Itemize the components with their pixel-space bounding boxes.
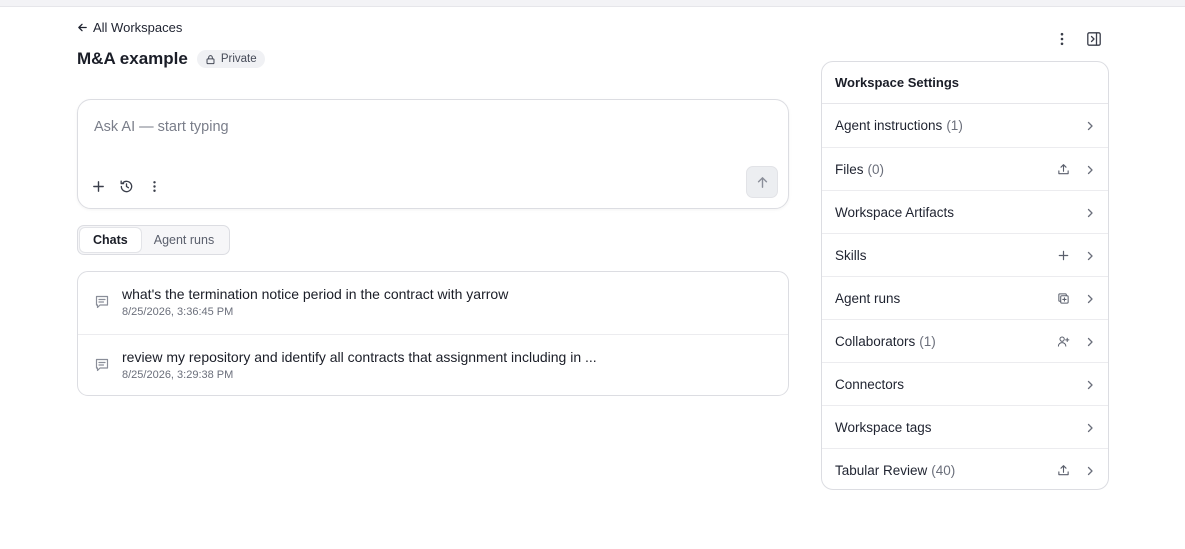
list-item[interactable]: review my repository and identify all co… [78, 334, 788, 395]
tab-agent-runs[interactable]: Agent runs [141, 228, 227, 252]
prompt-toolbar [89, 177, 163, 195]
list-item[interactable]: what's the termination notice period in … [78, 272, 788, 334]
lock-icon [206, 54, 215, 64]
settings-item-connectors[interactable]: Connectors [822, 362, 1108, 405]
add-attachment-button[interactable] [89, 177, 107, 195]
chevron-right-icon [1084, 292, 1096, 305]
chat-title: review my repository and identify all co… [122, 349, 597, 365]
arrow-up-icon [757, 176, 767, 188]
tab-chats[interactable]: Chats [80, 228, 141, 252]
sidebar-collapse-icon [1087, 32, 1101, 46]
chat-timestamp: 8/25/2026, 3:36:45 PM [122, 306, 234, 318]
settings-item-collaborators[interactable]: Collaborators (1) [822, 319, 1108, 362]
back-link-label: All Workspaces [93, 20, 183, 35]
back-to-workspaces-link[interactable]: All Workspaces [77, 20, 182, 35]
history-icon [120, 180, 132, 192]
settings-item-label: Connectors [835, 376, 905, 392]
more-vertical-icon [152, 180, 156, 192]
upload-icon[interactable] [1056, 463, 1071, 478]
page-title: M&A example [77, 49, 188, 68]
chevron-right-icon [1084, 206, 1096, 219]
privacy-badge-label: Private [220, 53, 257, 65]
settings-item-label: Files [835, 161, 864, 177]
add-user-icon[interactable] [1056, 334, 1071, 349]
settings-item-label: Tabular Review [835, 462, 928, 478]
settings-item-agent-instructions[interactable]: Agent instructions (1) [822, 104, 1108, 147]
top-bar [0, 0, 1185, 7]
workspace-actions [1053, 30, 1103, 48]
settings-item-tabular-review[interactable]: Tabular Review (40) [822, 448, 1108, 489]
add-copy-icon[interactable] [1056, 291, 1071, 306]
more-options-button[interactable] [145, 177, 163, 195]
settings-item-skills[interactable]: Skills [822, 233, 1108, 276]
settings-item-workspace-tags[interactable]: Workspace tags [822, 405, 1108, 448]
settings-item-workspace-artifacts[interactable]: Workspace Artifacts [822, 190, 1108, 233]
privacy-badge: Private [196, 50, 265, 68]
chat-list: what's the termination notice period in … [77, 271, 789, 396]
chat-timestamp: 8/25/2026, 3:29:38 PM [122, 369, 234, 381]
settings-item-label: Agent instructions [835, 118, 943, 133]
settings-item-label: Workspace Artifacts [835, 204, 955, 220]
workspace-menu-button[interactable] [1053, 30, 1071, 48]
settings-item-count: (0) [867, 161, 885, 177]
history-button[interactable] [117, 177, 135, 195]
plus-icon [92, 180, 104, 192]
ask-ai-box [77, 99, 789, 209]
arrow-left-icon [78, 23, 87, 32]
chevron-right-icon [1084, 421, 1096, 434]
chevron-right-icon [1084, 163, 1096, 176]
more-vertical-icon [1060, 32, 1064, 46]
chevron-right-icon [1084, 249, 1096, 262]
settings-item-count: (1) [919, 333, 936, 349]
chat-title: what's the termination notice period in … [122, 286, 509, 302]
workspace-header: M&A example Private [77, 49, 265, 69]
chevron-right-icon [1084, 464, 1096, 477]
ask-ai-input[interactable] [94, 116, 754, 138]
settings-item-label: Collaborators [835, 333, 916, 349]
chevron-right-icon [1084, 335, 1096, 348]
settings-header: Workspace Settings [822, 62, 1108, 104]
upload-icon[interactable] [1056, 162, 1071, 177]
plus-icon[interactable] [1056, 248, 1071, 263]
view-tabs: Chats Agent runs [77, 225, 231, 255]
settings-item-files[interactable]: Files (0) [822, 147, 1108, 190]
chevron-right-icon [1084, 378, 1096, 391]
settings-item-agent-runs[interactable]: Agent runs [822, 276, 1108, 319]
settings-item-count: (40) [931, 462, 956, 478]
toggle-panel-button[interactable] [1085, 30, 1103, 48]
settings-item-count: (1) [946, 118, 963, 133]
settings-item-label: Agent runs [835, 290, 901, 306]
settings-item-label: Skills [835, 247, 867, 263]
send-button[interactable] [746, 166, 778, 198]
settings-item-label: Workspace tags [835, 419, 932, 435]
chat-message-icon [95, 358, 109, 372]
chat-message-icon [95, 295, 109, 309]
workspace-settings-panel: Workspace Settings Agent instructions (1… [821, 61, 1109, 490]
chevron-right-icon [1084, 119, 1096, 132]
